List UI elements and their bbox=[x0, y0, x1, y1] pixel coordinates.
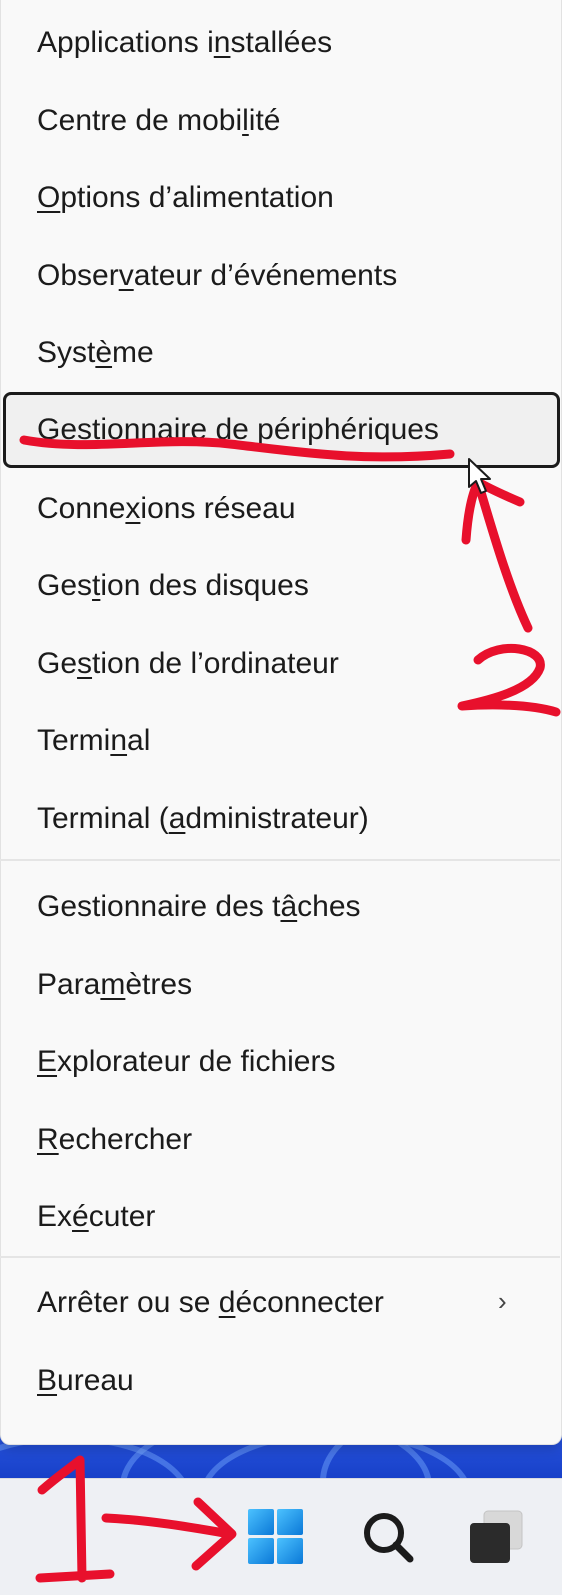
windows-start-icon bbox=[248, 1509, 303, 1564]
access-key: é bbox=[72, 1200, 89, 1233]
menu-item[interactable]: Terminal (administrateur) bbox=[0, 780, 560, 858]
access-key: a bbox=[168, 802, 186, 835]
access-key: v bbox=[118, 259, 134, 292]
menu-item-label: Gestionnaire des tâches bbox=[37, 890, 361, 923]
menu-item-label: Bureau bbox=[37, 1364, 134, 1397]
menu-item[interactable]: Options d’alimentation bbox=[0, 159, 560, 237]
menu-item[interactable]: Gestionnaire des tâches bbox=[0, 868, 560, 946]
access-key: B bbox=[37, 1364, 58, 1397]
task-view-icon bbox=[470, 1510, 523, 1563]
menu-item[interactable]: Système bbox=[0, 314, 560, 392]
access-key: l bbox=[242, 104, 249, 137]
access-key: s bbox=[77, 647, 93, 680]
menu-item[interactable]: Centre de mobilité bbox=[0, 82, 560, 160]
access-key: â bbox=[280, 890, 298, 923]
menu-item-label: Rechercher bbox=[37, 1123, 193, 1156]
menu-item[interactable]: Explorateur de fichiers bbox=[0, 1023, 560, 1101]
taskbar bbox=[0, 1478, 562, 1595]
menu-item[interactable]: Gestion des disques bbox=[0, 547, 560, 625]
mouse-cursor-icon bbox=[468, 458, 491, 494]
menu-item[interactable]: Applications installées bbox=[0, 4, 560, 82]
menu-item-label: Observateur d’événements bbox=[37, 259, 398, 292]
menu-item-label: Système bbox=[37, 336, 154, 369]
start-button[interactable] bbox=[238, 1499, 314, 1575]
menu-item-label: Arrêter ou se déconnecter bbox=[37, 1286, 384, 1319]
menu-item-label: Gestion de l’ordinateur bbox=[37, 647, 339, 680]
menu-item-label: Options d’alimentation bbox=[37, 181, 334, 214]
menu-item[interactable]: Gestion de l’ordinateur bbox=[0, 625, 560, 703]
search-icon bbox=[364, 1513, 414, 1563]
menu-item-label: Applications installées bbox=[37, 26, 333, 59]
menu-item[interactable]: Terminal bbox=[0, 702, 560, 780]
access-key: G bbox=[37, 413, 61, 446]
access-key: n bbox=[110, 724, 128, 757]
menu-separator bbox=[0, 859, 560, 861]
access-key: R bbox=[37, 1123, 59, 1156]
task-view-button[interactable] bbox=[460, 1499, 536, 1575]
menu-item[interactable]: Rechercher bbox=[0, 1101, 560, 1179]
menu-separator bbox=[0, 1256, 560, 1258]
menu-item-label: Gestion des disques bbox=[37, 569, 309, 602]
access-key: m bbox=[100, 968, 126, 1001]
menu-item[interactable]: Paramètres bbox=[0, 946, 560, 1024]
menu-item[interactable]: Observateur d’événements bbox=[0, 237, 560, 315]
access-key: è bbox=[95, 336, 113, 369]
menu-item[interactable]: Exécuter bbox=[0, 1178, 560, 1256]
access-key: x bbox=[125, 492, 141, 525]
access-key: E bbox=[37, 1045, 58, 1078]
access-key: O bbox=[37, 181, 61, 214]
menu-item-label: Centre de mobilité bbox=[37, 104, 281, 137]
menu-item-label: Explorateur de fichiers bbox=[37, 1045, 336, 1078]
menu-item[interactable]: Arrêter ou se déconnecter › bbox=[0, 1264, 560, 1342]
menu-item-label: Gestionnaire de périphériques bbox=[37, 413, 439, 446]
menu-item-label: Exécuter bbox=[37, 1200, 156, 1233]
menu-item-label: Terminal (administrateur) bbox=[37, 802, 369, 835]
menu-item-label: Paramètres bbox=[37, 968, 193, 1001]
access-key: d bbox=[218, 1286, 236, 1319]
menu-item-label: Terminal bbox=[37, 724, 151, 757]
menu-item[interactable]: Bureau bbox=[0, 1342, 560, 1420]
access-key: n bbox=[213, 26, 231, 59]
search-button[interactable] bbox=[350, 1499, 426, 1575]
menu-item-label: Connexions réseau bbox=[37, 492, 296, 525]
chevron-right-icon: › bbox=[498, 1286, 507, 1316]
